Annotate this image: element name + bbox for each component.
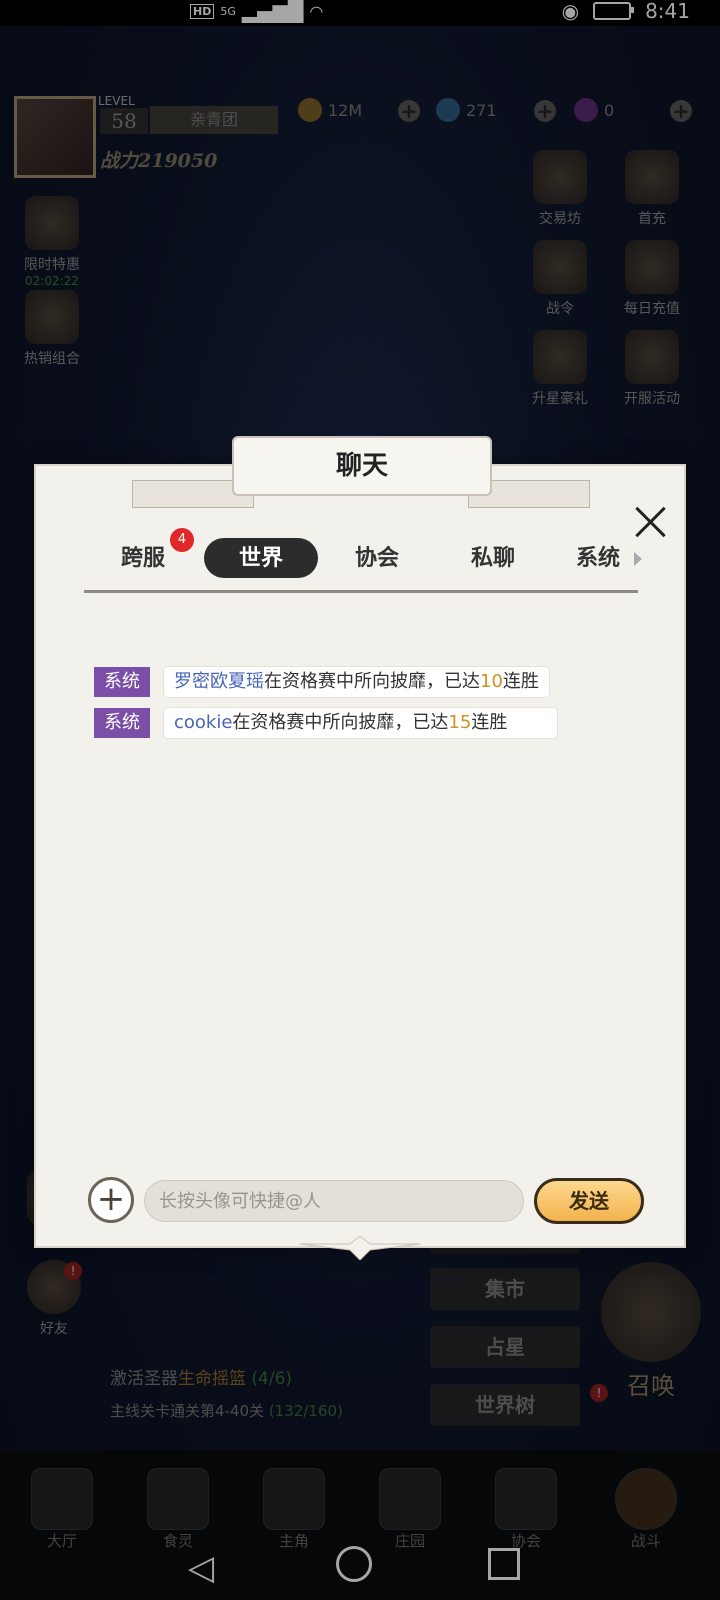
- tab-scroll-right-icon[interactable]: [634, 552, 642, 566]
- chat-input[interactable]: [144, 1180, 524, 1222]
- tab-private[interactable]: 私聊: [436, 538, 550, 578]
- message-text-end: 连胜: [502, 671, 539, 692]
- add-attachment-button[interactable]: +: [88, 1177, 134, 1223]
- tab-system[interactable]: 系统: [576, 538, 630, 578]
- tab-world[interactable]: 世界: [204, 538, 318, 578]
- streak-count: 10: [480, 671, 503, 692]
- player-name[interactable]: cookie: [174, 712, 232, 733]
- cross-server-unread-badge: 4: [170, 528, 194, 552]
- send-button[interactable]: 发送: [534, 1178, 644, 1224]
- message-text: 在资格赛中所向披靡，已达: [232, 712, 449, 733]
- chat-title: 聊天: [232, 436, 492, 496]
- close-icon[interactable]: [632, 504, 668, 540]
- chat-message: 系统 罗密欧夏瑶在资格赛中所向披靡，已达10连胜: [94, 666, 549, 698]
- chat-message: 系统 cookie在资格赛中所向披靡，已达15连胜: [94, 707, 558, 739]
- streak-count: 15: [448, 712, 472, 733]
- message-tag: 系统: [94, 667, 150, 697]
- dialog-bottom-ornament: [300, 1236, 420, 1260]
- message-text-end: 连胜: [471, 712, 508, 733]
- player-name[interactable]: 罗密欧夏瑶: [174, 671, 264, 692]
- message-bubble: 罗密欧夏瑶在资格赛中所向披靡，已达10连胜: [164, 667, 549, 697]
- tab-guild[interactable]: 协会: [320, 538, 434, 578]
- message-text: 在资格赛中所向披靡，已达: [264, 671, 480, 692]
- chat-tabs: 跨服 世界 协会 私聊 系统: [84, 538, 638, 584]
- message-tag: 系统: [94, 708, 150, 738]
- tab-divider: [84, 590, 638, 593]
- message-bubble: cookie在资格赛中所向披靡，已达15连胜: [164, 708, 558, 738]
